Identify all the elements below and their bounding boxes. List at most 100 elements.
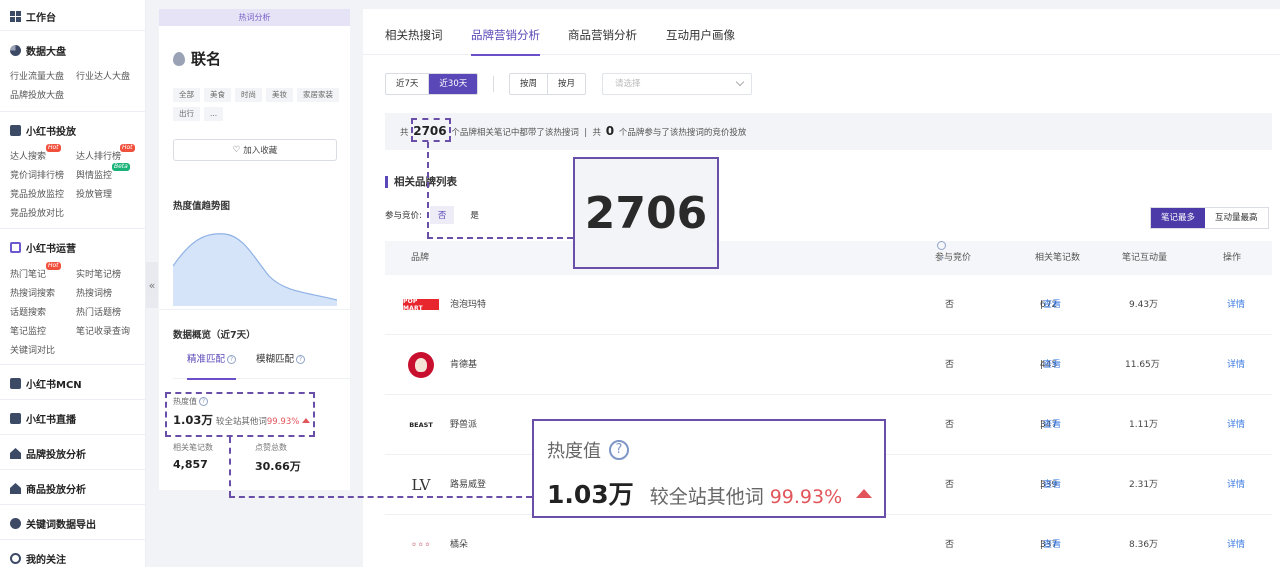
nav-section-live[interactable]: 小红书直播 bbox=[0, 411, 86, 426]
nav-item[interactable]: 热搜词搜索 bbox=[10, 286, 76, 299]
keyword-title: 联名 bbox=[173, 48, 221, 69]
tab-brand-marketing[interactable]: 品牌营销分析 bbox=[471, 27, 540, 56]
zoom-heat-value: 1.03万 较全站其他词 99.93% bbox=[547, 475, 873, 511]
interactions-value: 11.65万 bbox=[1125, 360, 1160, 370]
range-30d[interactable]: 近30天 bbox=[429, 74, 478, 94]
beta-badge: Beta bbox=[112, 163, 130, 171]
tab-product-marketing[interactable]: 商品营销分析 bbox=[568, 27, 637, 43]
brand-count-highlight bbox=[411, 118, 451, 142]
table-header: 品牌 参与竞价? 相关笔记数 笔记互动量 操作 bbox=[385, 241, 1272, 275]
nav-item[interactable]: 实时笔记榜 bbox=[76, 267, 146, 280]
view-link[interactable]: 查看 bbox=[1043, 455, 1061, 515]
eye-icon bbox=[10, 553, 21, 564]
sort-most-notes[interactable]: 笔记最多 bbox=[1151, 208, 1206, 228]
brand-icon bbox=[10, 448, 21, 459]
grid-icon bbox=[10, 11, 21, 22]
nav-section-mcn[interactable]: 小红书MCN bbox=[0, 376, 92, 391]
nav-item[interactable]: 话题搜索 bbox=[10, 305, 76, 318]
nav-item[interactable]: 关键词对比 bbox=[10, 343, 76, 356]
nav-item[interactable]: 热门笔记 Hot bbox=[10, 262, 76, 280]
nav-item[interactable]: 达人搜索 Hot bbox=[10, 144, 76, 162]
category-chip[interactable]: 出行 bbox=[173, 107, 200, 121]
col-interactions: 笔记互动量 bbox=[1122, 253, 1168, 263]
tab-related-keywords[interactable]: 相关热搜词 bbox=[385, 27, 443, 43]
nav-workbench[interactable]: 工作台 bbox=[0, 9, 66, 24]
detail-link[interactable]: 详情 bbox=[1227, 515, 1245, 567]
ads-icon bbox=[10, 125, 21, 136]
category-chip[interactable]: 美妆 bbox=[266, 88, 293, 102]
heat-value-zoom-callout: 热度值 ? 1.03万 较全站其他词 99.93% bbox=[532, 419, 886, 518]
category-chip[interactable]: 时尚 bbox=[235, 88, 262, 102]
nav-item[interactable]: 投放管理 bbox=[76, 187, 146, 200]
bid-filter-no[interactable]: 否 bbox=[429, 206, 455, 224]
nav-section-brand[interactable]: 品牌投放分析 bbox=[0, 446, 96, 461]
bid-filter-yes[interactable]: 是 bbox=[462, 206, 487, 224]
interactions-value: 8.36万 bbox=[1129, 540, 1159, 550]
granularity-month[interactable]: 按月 bbox=[548, 74, 585, 94]
category-chip[interactable]: 家居家装 bbox=[297, 88, 339, 102]
range-7d[interactable]: 近7天 bbox=[386, 74, 430, 94]
category-chip[interactable]: 全部 bbox=[173, 88, 200, 102]
nav-item[interactable]: 行业达人大盘 bbox=[76, 69, 146, 82]
nav-item[interactable]: 热门话题榜 bbox=[76, 305, 146, 318]
video-icon bbox=[10, 413, 21, 424]
nav-item[interactable]: 笔记监控 bbox=[10, 324, 76, 337]
nav-item[interactable]: 竞品投放对比 bbox=[10, 206, 76, 219]
nav-section-xhs-ops[interactable]: 小红书运营 bbox=[0, 240, 86, 255]
help-icon: ? bbox=[609, 440, 629, 460]
tab-exact-match[interactable]: 精准匹配? bbox=[187, 351, 237, 380]
brand-name: 泡泡玛特 bbox=[450, 300, 487, 310]
nav-item[interactable]: 行业流量大盘 bbox=[10, 69, 76, 82]
period-select[interactable]: 请选择 bbox=[602, 73, 752, 95]
category-chip-more[interactable]: ... bbox=[204, 107, 224, 121]
view-link[interactable]: 查看 bbox=[1043, 335, 1061, 395]
brand-name: 野兽派 bbox=[450, 420, 478, 430]
tab-fuzzy-match[interactable]: 模糊匹配? bbox=[256, 351, 306, 379]
granularity-week[interactable]: 按周 bbox=[510, 74, 549, 94]
notes-value: 347 | 查看 bbox=[1040, 395, 1061, 455]
col-notes: 相关笔记数 bbox=[1035, 253, 1081, 263]
nav-section-product[interactable]: 商品投放分析 bbox=[0, 481, 96, 496]
callout-connector bbox=[427, 142, 429, 238]
collapse-sidebar-button[interactable]: « bbox=[146, 262, 158, 308]
overview-title: 数据概览（近7天） bbox=[173, 330, 256, 341]
nav-item[interactable]: 达人排行榜 Hot bbox=[76, 144, 146, 162]
interactions-value: 1.11万 bbox=[1129, 420, 1159, 430]
detail-link[interactable]: 详情 bbox=[1227, 455, 1245, 515]
callout-connector bbox=[427, 237, 573, 239]
heat-value-highlight bbox=[165, 392, 315, 437]
brand-name: 橘朵 bbox=[450, 540, 469, 550]
notes-value: 337 | 查看 bbox=[1040, 515, 1061, 567]
brand-logo: LV bbox=[411, 476, 431, 494]
view-link[interactable]: 查看 bbox=[1043, 395, 1061, 455]
view-link[interactable]: 查看 bbox=[1043, 515, 1061, 567]
sort-toggle: 笔记最多 互动量最高 bbox=[1150, 207, 1269, 229]
likes-total-value: 30.66万 bbox=[255, 460, 301, 473]
sort-most-interactions[interactable]: 互动量最高 bbox=[1205, 208, 1268, 228]
nav-item[interactable]: 舆情监控 Beta bbox=[76, 163, 146, 181]
add-favorite-button[interactable]: ♡ 加入收藏 bbox=[173, 139, 337, 161]
nav-item[interactable]: 竞价词排行榜 bbox=[10, 168, 76, 181]
brand-logo: BEAST bbox=[409, 421, 433, 429]
tab-user-profile[interactable]: 互动用户画像 bbox=[666, 27, 735, 43]
bid-value: 否 bbox=[945, 540, 955, 550]
view-link[interactable]: 查看 bbox=[1043, 275, 1061, 335]
nav-item[interactable]: 热搜词榜 bbox=[76, 286, 146, 299]
hot-badge: Hot bbox=[46, 144, 61, 152]
detail-link[interactable]: 详情 bbox=[1227, 395, 1245, 455]
nav-item[interactable]: 品牌投放大盘 bbox=[10, 88, 76, 101]
hot-badge: Hot bbox=[120, 144, 135, 152]
bid-value: 否 bbox=[945, 420, 955, 430]
nav-item[interactable]: 竞品投放监控 bbox=[10, 187, 76, 200]
nav-section-dashboard[interactable]: 数据大盘 bbox=[0, 43, 76, 58]
table-row: 肯德基 否 445 | 查看 11.65万 详情 bbox=[385, 335, 1272, 395]
trend-title: 热度值趋势图 bbox=[173, 201, 231, 212]
nav-item[interactable]: 笔记收录查询 bbox=[76, 324, 146, 337]
detail-link[interactable]: 详情 bbox=[1227, 335, 1245, 395]
detail-link[interactable]: 详情 bbox=[1227, 275, 1245, 335]
nav-section-xhs-ads[interactable]: 小红书投放 bbox=[0, 123, 86, 138]
nav-section-follow[interactable]: 我的关注 bbox=[0, 551, 76, 566]
category-chip[interactable]: 美食 bbox=[204, 88, 231, 102]
help-icon[interactable]: ? bbox=[937, 241, 946, 263]
nav-section-export[interactable]: 关键词数据导出 bbox=[0, 516, 106, 531]
